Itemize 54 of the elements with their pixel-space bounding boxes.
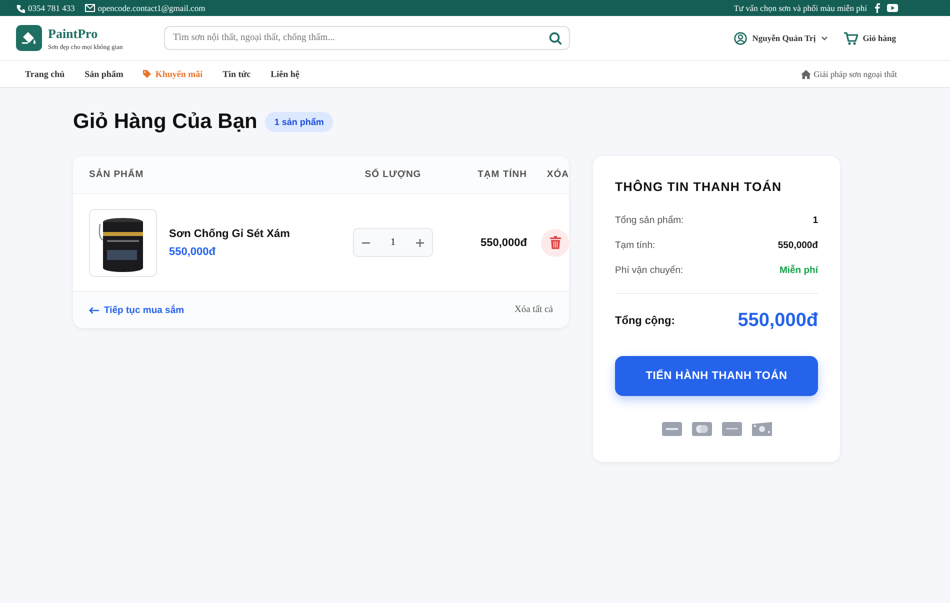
total-label: Tổng cộng:	[615, 315, 675, 327]
home-icon	[800, 70, 811, 78]
summary-label: Phí vận chuyển:	[615, 265, 684, 276]
card-icon	[722, 422, 742, 436]
continue-shopping-link[interactable]: Tiếp tục mua sắm	[89, 304, 184, 316]
phone-number: 0354 781 433	[28, 3, 75, 13]
facebook-icon[interactable]	[874, 3, 880, 13]
column-header: SỐ LƯỢNG	[364, 169, 422, 180]
nav-link[interactable]: Trang chủ	[25, 69, 65, 79]
envelope-icon	[84, 4, 95, 12]
summary-title: THÔNG TIN THANH TOÁN	[615, 180, 783, 194]
promo-text: Tư vấn chọn sơn và phối màu miễn phí	[734, 3, 867, 13]
user-name[interactable]: Nguyễn Quản Trị	[752, 33, 816, 43]
nav-link[interactable]: Sản phẩm	[84, 69, 124, 79]
card-icon	[662, 422, 682, 436]
nav-link[interactable]: Liên hệ	[270, 69, 300, 79]
nav-link[interactable]: Giải pháp sơn ngoại thất	[800, 69, 897, 79]
brand-name[interactable]: PaintPro	[48, 26, 123, 42]
caret-icon[interactable]	[820, 36, 828, 40]
nav-link[interactable]: Tin tức	[222, 69, 251, 79]
search-icon	[549, 32, 562, 45]
arrow-left-icon	[89, 306, 99, 314]
video-icon[interactable]	[887, 4, 898, 12]
plus-icon	[416, 238, 424, 246]
summary-label: Tạm tính:	[615, 240, 656, 251]
delete-button[interactable]	[541, 228, 569, 256]
phone-icon	[16, 4, 25, 12]
checkout-button[interactable]: TIẾN HÀNH THANH TOÁN	[615, 356, 818, 396]
tag-icon	[143, 70, 152, 78]
cash-icon	[752, 422, 772, 436]
page-title: Giỏ Hàng Của Bạn	[73, 110, 258, 134]
column-header: XÓA	[546, 169, 569, 180]
trash-icon	[550, 236, 560, 249]
card-icon	[692, 422, 712, 436]
column-header: SẢN PHẨM	[89, 169, 145, 180]
total-value: 550,000đ	[738, 310, 818, 332]
cart-icon[interactable]	[844, 32, 858, 44]
summary-label: Tổng sản phẩm:	[615, 215, 684, 226]
summary-value: 550,000đ	[778, 240, 818, 251]
clear-all-link[interactable]: Xóa tất cả	[514, 305, 553, 315]
email-address: opencode.contact1@gmail.com	[98, 3, 206, 13]
cart-link[interactable]: Giỏ hàng	[862, 33, 896, 43]
count-badge: 1 sản phẩm	[265, 112, 333, 132]
summary-value: Miễn phí	[779, 265, 818, 276]
subtotal: 550,000đ	[480, 236, 527, 248]
paint-bucket-icon	[16, 25, 42, 51]
column-header: TẠM TÍNH	[476, 169, 527, 180]
summary-value: 1	[812, 215, 818, 226]
product-name[interactable]: Sơn Chống Gỉ Sét Xám	[169, 228, 290, 240]
quantity-value: 1	[390, 237, 396, 248]
quantity-stepper[interactable]: 1	[353, 228, 433, 257]
search-field[interactable]: Tìm sơn nội thất, ngoại thất, chống thấm...	[164, 26, 570, 50]
product-price: 550,000đ	[169, 246, 216, 258]
user-icon[interactable]	[734, 32, 748, 44]
